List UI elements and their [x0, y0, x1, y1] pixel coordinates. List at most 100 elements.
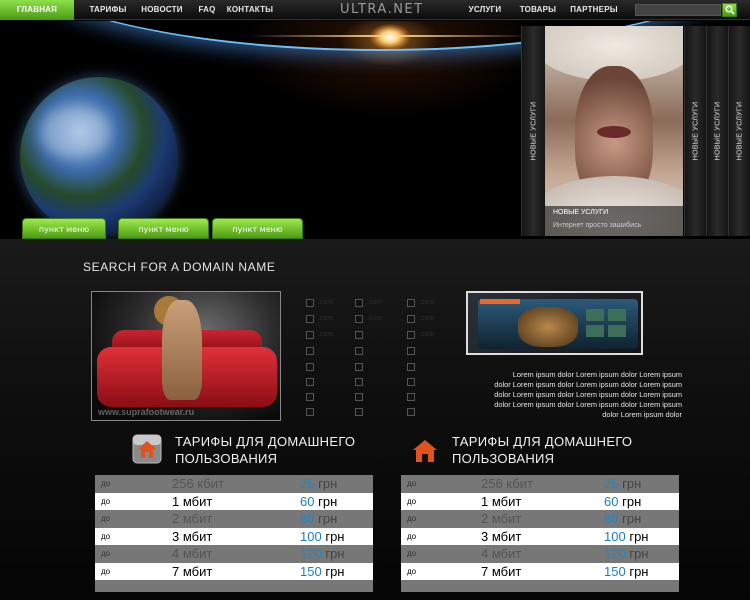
- menu-pill-3[interactable]: пункт меню: [212, 218, 303, 239]
- nav-item-partners[interactable]: ПАРТНЕРЫ: [570, 0, 618, 20]
- speed-prefix: до: [407, 566, 417, 576]
- currency: грн: [325, 528, 345, 544]
- featured-photo[interactable]: НОВЫЕ УСЛУГИ Интернет просто зашибись: [545, 26, 683, 236]
- currency: грн: [318, 476, 338, 491]
- currency: грн: [629, 546, 649, 561]
- price-value: 100: [300, 528, 322, 544]
- home-icon: [413, 440, 437, 462]
- price-value: 60: [300, 493, 315, 509]
- search-button[interactable]: [722, 3, 737, 17]
- domain-checkbox[interactable]: [306, 347, 314, 355]
- tariff-title-2: ТАРИФЫ ДЛЯ ДОМАШНЕГО ПОЛЬЗОВАНИЯ: [452, 433, 632, 467]
- domain-checkbox[interactable]: [306, 299, 314, 307]
- domain-checkbox[interactable]: [407, 299, 415, 307]
- header-banner: пункт меню пункт меню пункт меню НОВЫЕ У…: [0, 21, 750, 239]
- domain-checkbox[interactable]: [355, 363, 363, 371]
- side-tab-new-services-1[interactable]: НОВЫЕ УСЛУГИ: [521, 26, 545, 236]
- table-row: до 256 кбит 25 грн: [95, 475, 373, 493]
- lorem-line: dolor Lorem ipsum dolor: [602, 410, 682, 419]
- menu-pill-2[interactable]: пункт меню: [118, 218, 209, 239]
- speed-prefix: до: [407, 531, 417, 541]
- table-footer: [401, 580, 679, 592]
- side-tab-label: НОВЫЕ УСЛУГИ: [692, 101, 699, 161]
- speed-prefix: до: [101, 531, 111, 541]
- domain-checkbox[interactable]: [355, 299, 363, 307]
- domain-checkbox[interactable]: [355, 408, 363, 416]
- search-input[interactable]: [635, 4, 721, 16]
- nav-item-contacts[interactable]: КОНТАКТЫ: [226, 0, 274, 20]
- currency: грн: [325, 563, 345, 579]
- speed-prefix: до: [407, 496, 417, 506]
- speed-value: 7 мбит: [481, 563, 522, 579]
- domain-checkbox[interactable]: [407, 408, 415, 416]
- sun-flare: [370, 24, 410, 50]
- domain-checkbox[interactable]: [355, 378, 363, 386]
- currency: грн: [325, 546, 345, 561]
- side-tab-new-services-4[interactable]: НОВЫЕ УСЛУГИ: [728, 26, 750, 236]
- nav-item-tariffs[interactable]: ТАРИФЫ: [86, 0, 130, 20]
- tariff-title-1: ТАРИФЫ ДЛЯ ДОМАШНЕГО ПОЛЬЗОВАНИЯ: [175, 433, 355, 467]
- speed-prefix: до: [101, 514, 111, 523]
- nav-item-services[interactable]: УСЛУГИ: [465, 0, 505, 20]
- game-screenshot-image: [466, 291, 643, 355]
- domain-checkbox[interactable]: [306, 378, 314, 386]
- game-thumbnail: [586, 325, 604, 337]
- price-value: 100: [604, 528, 626, 544]
- domain-checkbox[interactable]: [407, 378, 415, 386]
- domain-checkbox[interactable]: [355, 331, 363, 339]
- domain-checkbox[interactable]: [407, 315, 415, 323]
- tariff-title-line: ТАРИФЫ ДЛЯ ДОМАШНЕГО: [452, 434, 633, 449]
- game-thumbnail: [608, 325, 626, 337]
- table-row: до 3 мбит 100 грн: [401, 527, 679, 545]
- domain-checkbox[interactable]: [407, 393, 415, 401]
- domain-checkbox[interactable]: [407, 347, 415, 355]
- price-value: 120: [300, 546, 322, 561]
- speed-prefix: до: [407, 549, 417, 558]
- domain-checkbox[interactable]: [355, 315, 363, 323]
- game-header-bar: [480, 299, 520, 304]
- photo-lips: [597, 126, 631, 138]
- speed-value: 2 мбит: [481, 511, 522, 526]
- domain-checkbox[interactable]: [407, 331, 415, 339]
- currency: грн: [622, 476, 642, 491]
- side-tab-label: НОВЫЕ УСЛУГИ: [714, 101, 721, 161]
- table-row: до 256 кбит 25 грн: [401, 475, 679, 493]
- domain-checkbox[interactable]: [355, 393, 363, 401]
- price-value: 25: [300, 476, 315, 491]
- domain-checkbox-label: .com: [367, 315, 383, 322]
- side-tab-new-services-2[interactable]: НОВЫЕ УСЛУГИ: [684, 26, 706, 236]
- game-thumbnail: [608, 309, 626, 321]
- domain-checkbox[interactable]: [355, 347, 363, 355]
- photo-caption-text: Интернет просто зашибись: [553, 222, 642, 229]
- tariff-title-line: ТАРИФЫ ДЛЯ ДОМАШНЕГО: [175, 434, 356, 449]
- photo-caption-title: НОВЫЕ УСЛУГИ: [553, 209, 609, 216]
- nav-item-faq[interactable]: FAQ: [196, 0, 218, 20]
- menu-pill-1[interactable]: пункт меню: [22, 218, 106, 239]
- home-icon: [132, 434, 162, 464]
- domain-checkbox[interactable]: [306, 363, 314, 371]
- price-value: 60: [604, 493, 619, 509]
- price-value: 80: [300, 511, 315, 526]
- domain-checkbox[interactable]: [306, 315, 314, 323]
- nav-item-products[interactable]: ТОВАРЫ: [518, 0, 558, 20]
- domain-checkbox[interactable]: [306, 393, 314, 401]
- currency: грн: [318, 511, 338, 526]
- nav-item-home[interactable]: ГЛАВНАЯ: [0, 0, 74, 20]
- nav-item-news[interactable]: НОВОСТИ: [139, 0, 185, 20]
- tariff-table-2: до 256 кбит 25 грн до 1 мбит 60 грн до 2…: [401, 475, 679, 592]
- price-value: 150: [604, 563, 626, 579]
- speed-value: 4 мбит: [481, 546, 522, 561]
- table-row: до 1 мбит 60 грн: [401, 492, 679, 510]
- domain-checkbox[interactable]: [306, 331, 314, 339]
- currency: грн: [622, 493, 642, 509]
- domain-checkbox-label: .com: [318, 315, 334, 322]
- speed-value: 2 мбит: [172, 511, 213, 526]
- brand-logo: ULTRA.NET: [340, 2, 424, 17]
- tariff-title-line: ПОЛЬЗОВАНИЯ: [175, 451, 278, 466]
- speed-prefix: до: [101, 549, 111, 558]
- domain-checkbox[interactable]: [407, 363, 415, 371]
- speed-prefix: до: [101, 496, 111, 506]
- domain-checkbox[interactable]: [306, 408, 314, 416]
- side-tab-label: НОВЫЕ УСЛУГИ: [736, 101, 743, 161]
- side-tab-new-services-3[interactable]: НОВЫЕ УСЛУГИ: [706, 26, 728, 236]
